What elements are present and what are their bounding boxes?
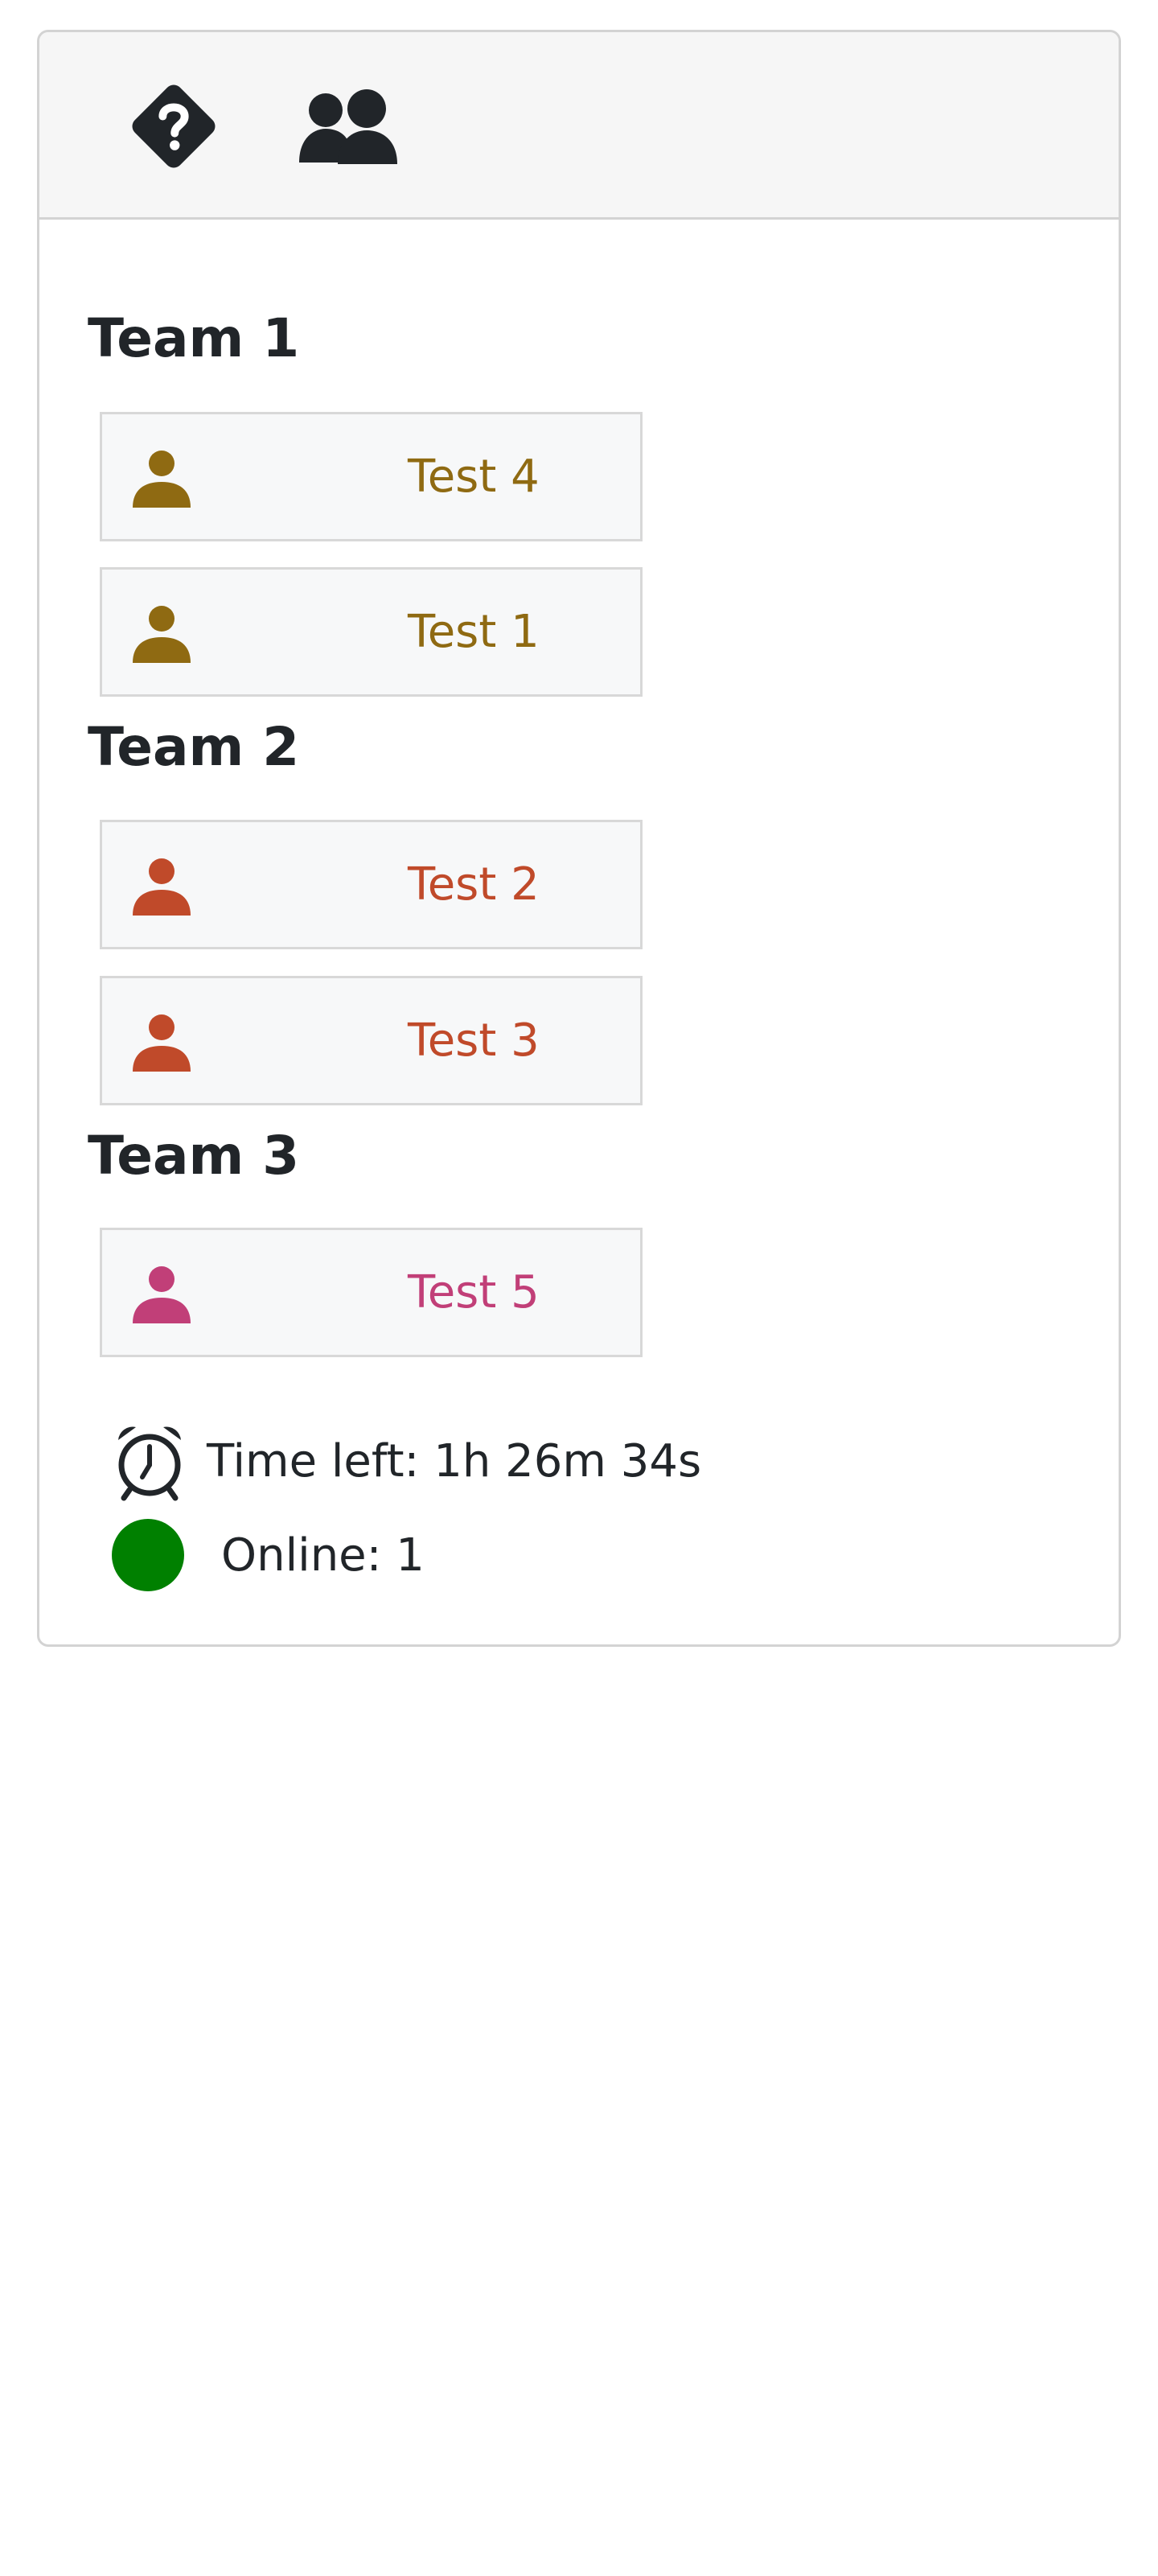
team-title: Team 2: [88, 716, 300, 778]
player-name: Test 4: [408, 451, 540, 503]
player-name: Test 5: [408, 1266, 540, 1319]
player-card[interactable]: Test 4: [100, 412, 643, 541]
online-row: Online: 1: [112, 1515, 425, 1595]
help-diamond-icon[interactable]: [124, 76, 224, 176]
online-status-dot: [112, 1519, 184, 1591]
user-icon: [133, 1266, 191, 1323]
time-left-row: Time left: 1h 26m 34s: [112, 1421, 701, 1501]
team-title: Team 3: [88, 1125, 300, 1187]
player-name: Test 2: [408, 858, 540, 911]
online-text: Online: 1: [221, 1529, 425, 1582]
player-card[interactable]: Test 2: [100, 820, 643, 949]
game-panel: Team 1 Test 4 Test 1 Team 2 Test 2 Test …: [37, 30, 1121, 1647]
player-card[interactable]: Test 1: [100, 567, 643, 697]
users-icon[interactable]: [299, 88, 397, 166]
time-left-text: Time left: 1h 26m 34s: [207, 1434, 702, 1488]
player-card[interactable]: Test 3: [100, 976, 643, 1105]
user-icon: [133, 1014, 191, 1072]
user-icon: [133, 606, 191, 663]
panel-header: [39, 32, 1119, 220]
player-card[interactable]: Test 5: [100, 1228, 643, 1357]
player-name: Test 3: [408, 1014, 540, 1067]
user-icon: [133, 451, 191, 508]
team-title: Team 1: [88, 307, 300, 369]
user-icon: [133, 858, 191, 916]
player-name: Test 1: [408, 606, 540, 658]
alarm-clock-icon: [118, 1426, 181, 1501]
